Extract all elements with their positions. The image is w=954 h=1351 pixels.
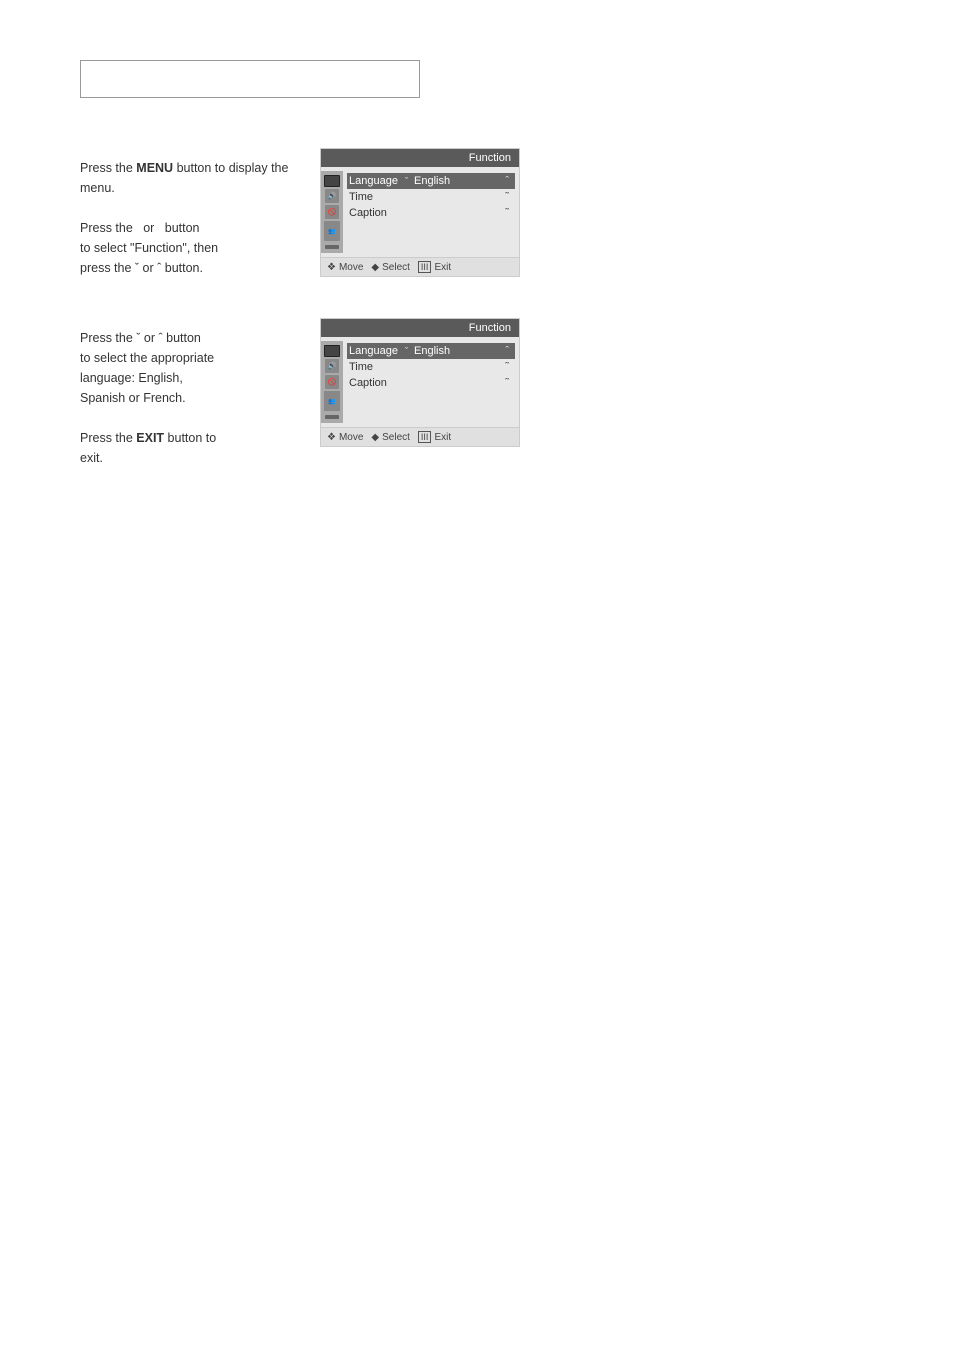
menu-items-1: Language ˇ English ˆ Time ˜ Caption ˜ — [343, 171, 519, 253]
section2-instructions: Press the ˇ or ˆ button to select the ap… — [80, 318, 290, 468]
time-label-2: Time — [349, 361, 399, 373]
select-icon-1: ◆ — [371, 262, 379, 273]
language-right-2: ˆ — [505, 345, 509, 357]
people-icon-2: 👥 — [324, 391, 340, 411]
language-label-2: Language — [349, 345, 399, 357]
caption-label-2: Caption — [349, 377, 399, 389]
menu-screen-1: Function 🔊 🚫 👥 — [320, 148, 520, 277]
exit-icon-box-1: III — [418, 261, 432, 273]
language-right-1: ˆ — [505, 175, 509, 187]
menu-footer-1: ❖ Move ◆ Select III Exit — [321, 257, 519, 276]
select-icon-2: ◆ — [371, 432, 379, 443]
move-btn-1: ❖ Move — [327, 262, 363, 273]
select-label-1: Select — [382, 262, 410, 273]
language-row-2: Language ˇ English ˆ — [347, 343, 515, 359]
menu-footer-2: ❖ Move ◆ Select III Exit — [321, 427, 519, 446]
block-icon-2: 🚫 — [325, 375, 339, 389]
language-arrow-1: ˇ — [405, 176, 408, 186]
volume-icon-2: 🔊 — [325, 359, 339, 373]
time-label-1: Time — [349, 191, 399, 203]
section-2: Press the ˇ or ˆ button to select the ap… — [80, 318, 874, 468]
time-dash-2: ˜ — [505, 361, 509, 373]
block-icon-1: 🚫 — [325, 205, 339, 219]
tv-icon-2 — [324, 345, 340, 357]
move-label-2: Move — [339, 432, 363, 443]
move-btn-2: ❖ Move — [327, 432, 363, 443]
caption-row-2: Caption ˜ — [347, 375, 515, 391]
exit-label-1: Exit — [434, 262, 451, 273]
language-row-1: Language ˇ English ˆ — [347, 173, 515, 189]
exit-icon-box-2: III — [418, 431, 432, 443]
time-dash-1: ˜ — [505, 191, 509, 203]
select-btn-2: ◆ Select — [371, 432, 410, 443]
language-value-2: English — [414, 345, 450, 357]
sidebar-2: 🔊 🚫 👥 — [321, 341, 343, 423]
menu-title-1: Function — [321, 149, 519, 167]
move-icon-2: ❖ — [327, 432, 336, 443]
caption-label-1: Caption — [349, 207, 399, 219]
move-label-1: Move — [339, 262, 363, 273]
caption-dash-2: ˜ — [505, 377, 509, 389]
language-value-1: English — [414, 175, 450, 187]
language-arrow-2: ˇ — [405, 346, 408, 356]
section-1: Press the MENU button to display the men… — [80, 148, 874, 278]
move-icon-1: ❖ — [327, 262, 336, 273]
time-row-2: Time ˜ — [347, 359, 515, 375]
exit-label-2: Exit — [434, 432, 451, 443]
exit-btn-1: III Exit — [418, 261, 451, 273]
menu-screen-2: Function 🔊 🚫 👥 Language ˇ English — [320, 318, 520, 447]
page-container: Press the MENU button to display the men… — [0, 0, 954, 1351]
exit-btn-2: III Exit — [418, 431, 451, 443]
menu-body-2: 🔊 🚫 👥 Language ˇ English ˆ — [321, 337, 519, 427]
menu-title-2: Function — [321, 319, 519, 337]
section1-instructions: Press the MENU button to display the men… — [80, 148, 290, 278]
tv-icon-1 — [324, 175, 340, 187]
menu-items-2: Language ˇ English ˆ Time ˜ Caption ˜ — [343, 341, 519, 423]
select-label-2: Select — [382, 432, 410, 443]
header-box — [80, 60, 420, 98]
sidebar-1: 🔊 🚫 👥 — [321, 171, 343, 253]
select-btn-1: ◆ Select — [371, 262, 410, 273]
menu-body-1: 🔊 🚫 👥 Language ˇ English ˆ — [321, 167, 519, 257]
volume-icon-1: 🔊 — [325, 189, 339, 203]
time-row-1: Time ˜ — [347, 189, 515, 205]
caption-row-1: Caption ˜ — [347, 205, 515, 221]
people-icon-1: 👥 — [324, 221, 340, 241]
language-label-1: Language — [349, 175, 399, 187]
caption-dash-1: ˜ — [505, 207, 509, 219]
